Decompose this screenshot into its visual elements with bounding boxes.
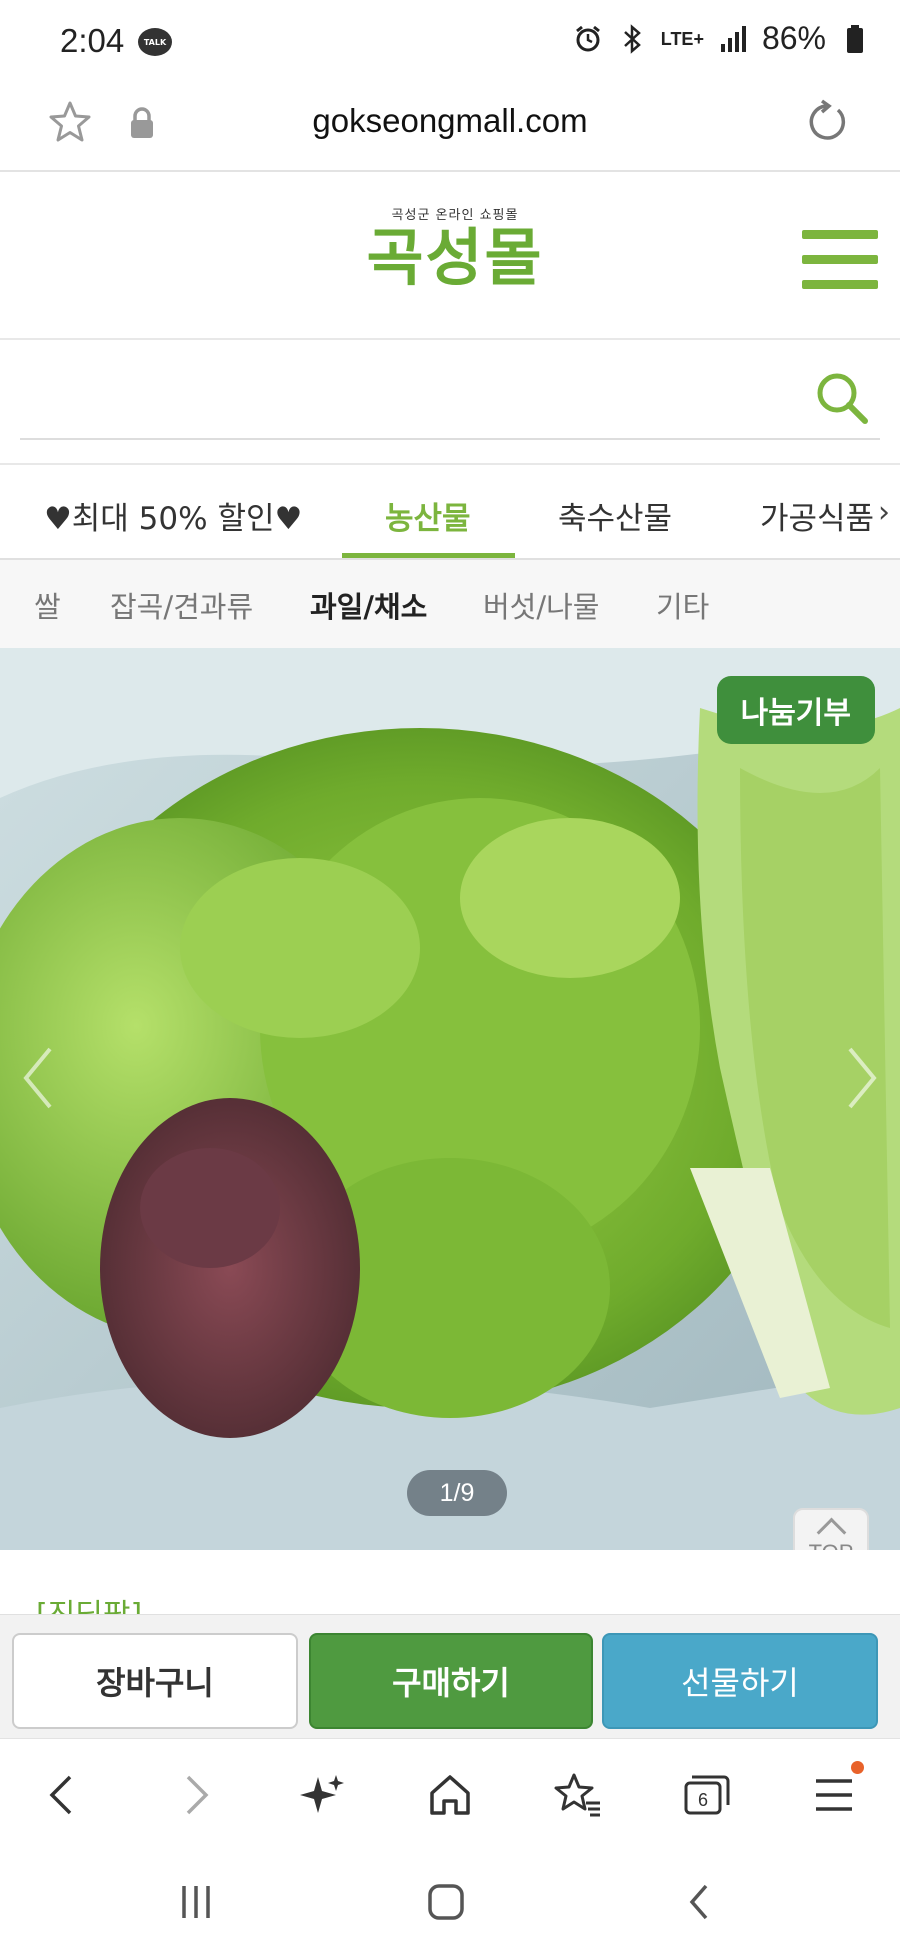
donation-badge: 나눔기부 [716,676,875,744]
subtab-etc[interactable]: 기타 [656,584,709,626]
hamburger-menu-icon[interactable] [802,230,878,290]
add-to-cart-button[interactable]: 장바구니 [12,1633,298,1729]
bluetooth-icon [617,23,647,54]
lettuce-photo [0,648,900,1550]
site-logo[interactable]: 곡성군 온라인 쇼핑몰 곡성몰 [340,204,570,314]
back-icon[interactable] [38,1769,90,1821]
browser-toolbar: 6 [0,1738,900,1850]
alarm-icon [573,24,603,54]
product-brand-peek: [진딩팜] [36,1590,142,1614]
notification-dot [851,1761,864,1774]
bookmarks-icon[interactable] [552,1769,604,1821]
tab-discount[interactable]: ♥최대 50% 할인♥ [44,493,302,538]
battery-percent: 86% [761,20,826,56]
site-header: 곡성군 온라인 쇼핑몰 곡성몰 [0,172,900,340]
purchase-action-bar: 장바구니 구매하기 선물하기 [0,1614,900,1738]
carousel-prev-icon[interactable] [18,1043,58,1113]
status-time: 2:04 [60,22,125,59]
home-button-icon[interactable] [424,1880,468,1924]
subtab-grains-nuts[interactable]: 잡곡/견과류 [110,584,253,626]
home-icon[interactable] [424,1769,476,1821]
system-back-icon[interactable] [678,1880,722,1924]
sub-category-tabs: 쌀 잡곡/견과류 과일/채소 버섯/나물 기타 [0,560,900,648]
product-image-carousel[interactable]: 나눔기부 1/9 TOP [0,648,900,1550]
scroll-top-button[interactable]: TOP [793,1508,869,1550]
network-type-label: LTE+ [660,28,704,49]
talk-notification-icon: TALK [138,28,172,56]
browser-url-bar: gokseongmall.com [0,80,900,172]
chevron-right-icon[interactable]: › [874,495,890,530]
browser-menu-icon[interactable] [808,1769,860,1821]
category-tabs: ♥최대 50% 할인♥ 농산물 축수산물 가공식품 › [0,465,900,560]
status-icons: LTE+ 86% [573,20,870,57]
search-area [0,340,900,465]
search-input[interactable] [20,340,880,440]
status-bar: 2:04 TALK LTE+ 86% [0,0,900,80]
url-text[interactable]: gokseongmall.com [0,102,900,140]
logo-title: 곡성몰 [366,221,544,294]
subtab-fruit-vegetables[interactable]: 과일/채소 [310,584,427,626]
search-icon[interactable] [814,370,870,426]
battery-icon [840,24,870,54]
system-navigation-bar [0,1850,900,1950]
forward-icon[interactable] [168,1769,220,1821]
subtab-mushroom-herbs[interactable]: 버섯/나물 [483,584,600,626]
recent-apps-icon[interactable] [174,1880,218,1924]
reload-icon[interactable] [802,98,850,146]
buy-button[interactable]: 구매하기 [309,1633,593,1729]
tab-processed-food[interactable]: 가공식품 [760,493,874,538]
carousel-next-icon[interactable] [842,1043,882,1113]
subtab-rice[interactable]: 쌀 [34,584,61,626]
signal-icon [718,24,748,54]
gift-button[interactable]: 선물하기 [602,1633,878,1729]
tabs-icon[interactable]: 6 [680,1769,732,1821]
image-counter: 1/9 [407,1470,507,1516]
active-tab-indicator [342,553,515,558]
tab-agricultural[interactable]: 농산물 [385,493,471,538]
tab-livestock-seafood[interactable]: 축수산물 [558,493,672,538]
ai-sparkle-icon[interactable] [296,1769,348,1821]
tabs-count: 6 [698,1790,708,1810]
